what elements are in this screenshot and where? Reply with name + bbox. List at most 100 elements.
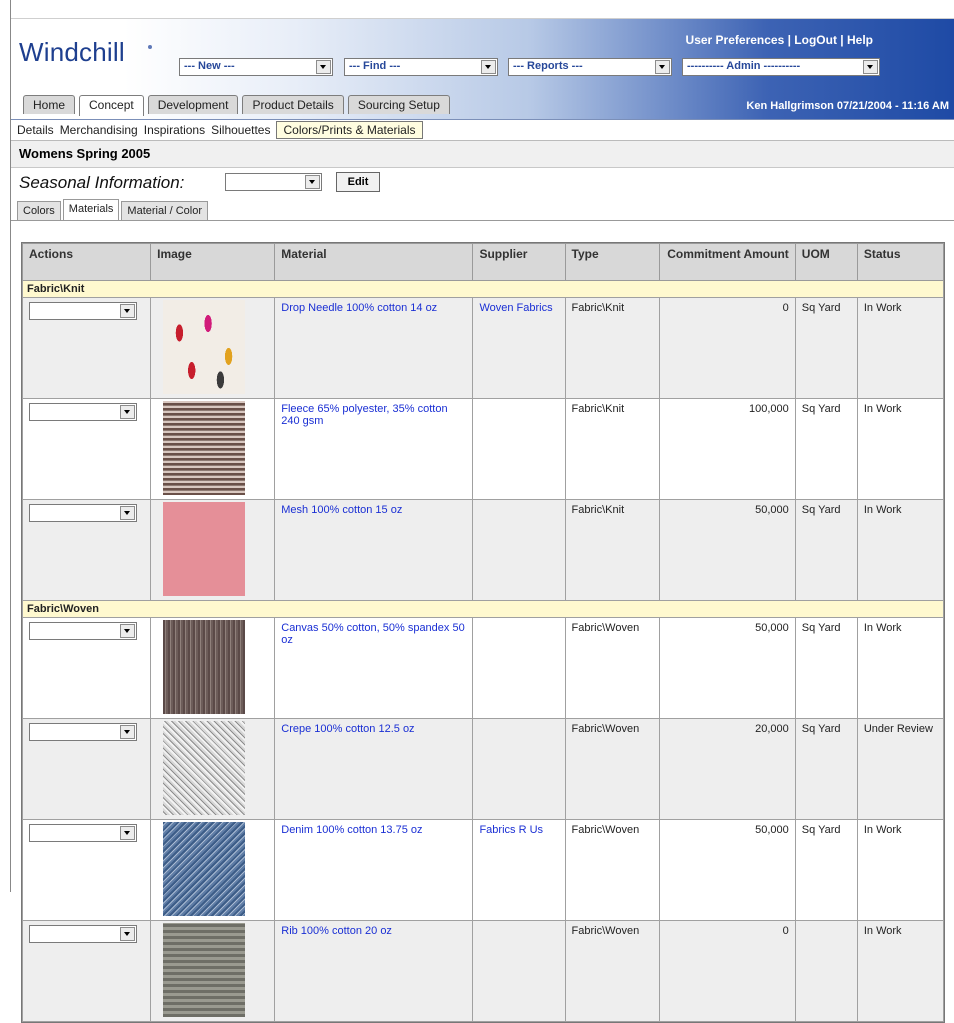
header: Windchill --- New --- --- Find --- --- R… (11, 19, 954, 120)
uom-cell: Sq Yard (794, 297, 858, 399)
tab-product-details[interactable]: Product Details (242, 95, 344, 114)
material-swatch-image (163, 620, 246, 714)
amount-cell: 0 (658, 920, 796, 1022)
amount-cell: 0 (658, 297, 796, 399)
seasonal-info-label: Seasonal Information: (19, 173, 185, 192)
chevron-down-icon (120, 826, 135, 840)
supplier-link[interactable]: Fabrics R Us (479, 824, 543, 836)
material-swatch-image (163, 401, 246, 495)
material-link[interactable]: Crepe 100% cotton 12.5 oz (281, 723, 414, 735)
find-menu-select[interactable]: --- Find --- (344, 58, 498, 76)
material-cell: Drop Needle 100% cotton 14 oz (274, 297, 474, 399)
type-cell: Fabric\Knit (564, 499, 660, 601)
table-row: Denim 100% cotton 13.75 oz Fabrics R Us … (21, 819, 945, 921)
actions-select[interactable] (29, 403, 137, 421)
actions-select[interactable] (29, 504, 137, 522)
image-cell (150, 819, 276, 921)
chevron-down-icon (120, 624, 135, 638)
chevron-down-icon (120, 405, 135, 419)
separator: | (784, 33, 795, 47)
actions-cell (21, 920, 152, 1022)
subnav-merchandising[interactable]: Merchandising (60, 123, 138, 137)
actions-cell (21, 718, 152, 820)
subtab-materials[interactable]: Materials (62, 199, 120, 220)
seasonal-info-select[interactable] (225, 173, 322, 191)
type-cell: Fabric\Woven (564, 920, 660, 1022)
material-link[interactable]: Canvas 50% cotton, 50% spandex 50 oz (281, 622, 464, 646)
tab-sourcing-setup[interactable]: Sourcing Setup (347, 95, 450, 114)
actions-select[interactable] (29, 302, 137, 320)
main-tabs: Home Concept Development Product Details… (23, 95, 450, 116)
type-cell: Fabric\Woven (564, 718, 660, 820)
chevron-down-icon (316, 60, 331, 74)
col-amount: Commitment Amount (658, 243, 796, 281)
status-cell: In Work (856, 920, 945, 1022)
sub-nav: Details Merchandising Inspirations Silho… (11, 120, 954, 141)
type-cell: Fabric\Knit (564, 398, 660, 500)
material-link[interactable]: Denim 100% cotton 13.75 oz (281, 824, 422, 836)
subnav-inspirations[interactable]: Inspirations (144, 123, 205, 137)
col-status: Status (856, 243, 945, 281)
sub-tabs: Colors Materials Material / Color (11, 198, 954, 221)
col-uom: UOM (794, 243, 858, 281)
actions-select[interactable] (29, 723, 137, 741)
material-link[interactable]: Mesh 100% cotton 15 oz (281, 504, 402, 516)
supplier-cell (472, 718, 566, 820)
help-link[interactable]: Help (847, 33, 873, 47)
table-row: Mesh 100% cotton 15 oz Fabric\Knit 50,00… (21, 499, 945, 601)
col-actions: Actions (21, 243, 152, 281)
table-row: Canvas 50% cotton, 50% spandex 50 oz Fab… (21, 617, 945, 719)
type-cell: Fabric\Knit (564, 297, 660, 399)
tab-development[interactable]: Development (147, 95, 239, 114)
subnav-silhouettes[interactable]: Silhouettes (211, 123, 270, 137)
uom-cell: Sq Yard (794, 398, 858, 500)
actions-select[interactable] (29, 622, 137, 640)
subtab-material-color[interactable]: Material / Color (121, 201, 208, 220)
group-label: Fabric\Woven (22, 600, 944, 618)
material-link[interactable]: Rib 100% cotton 20 oz (281, 925, 392, 937)
table-header-row: Actions Image Material Supplier Type Com… (21, 243, 945, 281)
table-row: Fleece 65% polyester, 35% cotton 240 gsm… (21, 398, 945, 500)
actions-select[interactable] (29, 824, 137, 842)
material-swatch-image (163, 822, 246, 916)
col-type: Type (564, 243, 660, 281)
reports-menu-select[interactable]: --- Reports --- (508, 58, 672, 76)
group-row-woven: Fabric\Woven (22, 600, 944, 618)
material-link[interactable]: Drop Needle 100% cotton 14 oz (281, 302, 437, 314)
subnav-colors-prints-materials[interactable]: Colors/Prints & Materials (276, 121, 423, 139)
image-cell (150, 920, 276, 1022)
subtab-colors[interactable]: Colors (17, 201, 61, 220)
admin-menu-label: ---------- Admin ---------- (687, 60, 801, 72)
new-menu-label: --- New --- (184, 60, 235, 72)
edit-button[interactable]: Edit (336, 172, 380, 192)
material-link[interactable]: Fleece 65% polyester, 35% cotton 240 gsm (281, 403, 447, 427)
image-cell (150, 718, 276, 820)
material-cell: Fleece 65% polyester, 35% cotton 240 gsm (274, 398, 474, 500)
uom-cell: Sq Yard (794, 718, 858, 820)
separator: | (836, 33, 847, 47)
table-row: Crepe 100% cotton 12.5 oz Fabric\Woven 2… (21, 718, 945, 820)
status-cell: In Work (856, 499, 945, 601)
material-cell: Canvas 50% cotton, 50% spandex 50 oz (274, 617, 474, 719)
uom-cell (794, 920, 858, 1022)
tab-home[interactable]: Home (23, 95, 76, 114)
user-preferences-link[interactable]: User Preferences (686, 33, 785, 47)
tab-concept[interactable]: Concept (79, 95, 144, 116)
supplier-cell (472, 398, 566, 500)
app-frame: Windchill --- New --- --- Find --- --- R… (10, 0, 954, 1023)
material-cell: Crepe 100% cotton 12.5 oz (274, 718, 474, 820)
admin-menu-select[interactable]: ---------- Admin ---------- (682, 58, 880, 76)
col-image: Image (150, 243, 276, 281)
subnav-details[interactable]: Details (17, 123, 54, 137)
status-cell: In Work (856, 617, 945, 719)
image-cell (150, 617, 276, 719)
supplier-cell (472, 920, 566, 1022)
actions-select[interactable] (29, 925, 137, 943)
supplier-cell: Fabrics R Us (472, 819, 566, 921)
image-cell (150, 499, 276, 601)
user-info: Ken Hallgrimson 07/21/2004 - 11:16 AM (746, 100, 949, 112)
top-links: User Preferences | LogOut | Help (686, 33, 873, 47)
supplier-link[interactable]: Woven Fabrics (479, 302, 552, 314)
new-menu-select[interactable]: --- New --- (179, 58, 333, 76)
logout-link[interactable]: LogOut (794, 33, 837, 47)
